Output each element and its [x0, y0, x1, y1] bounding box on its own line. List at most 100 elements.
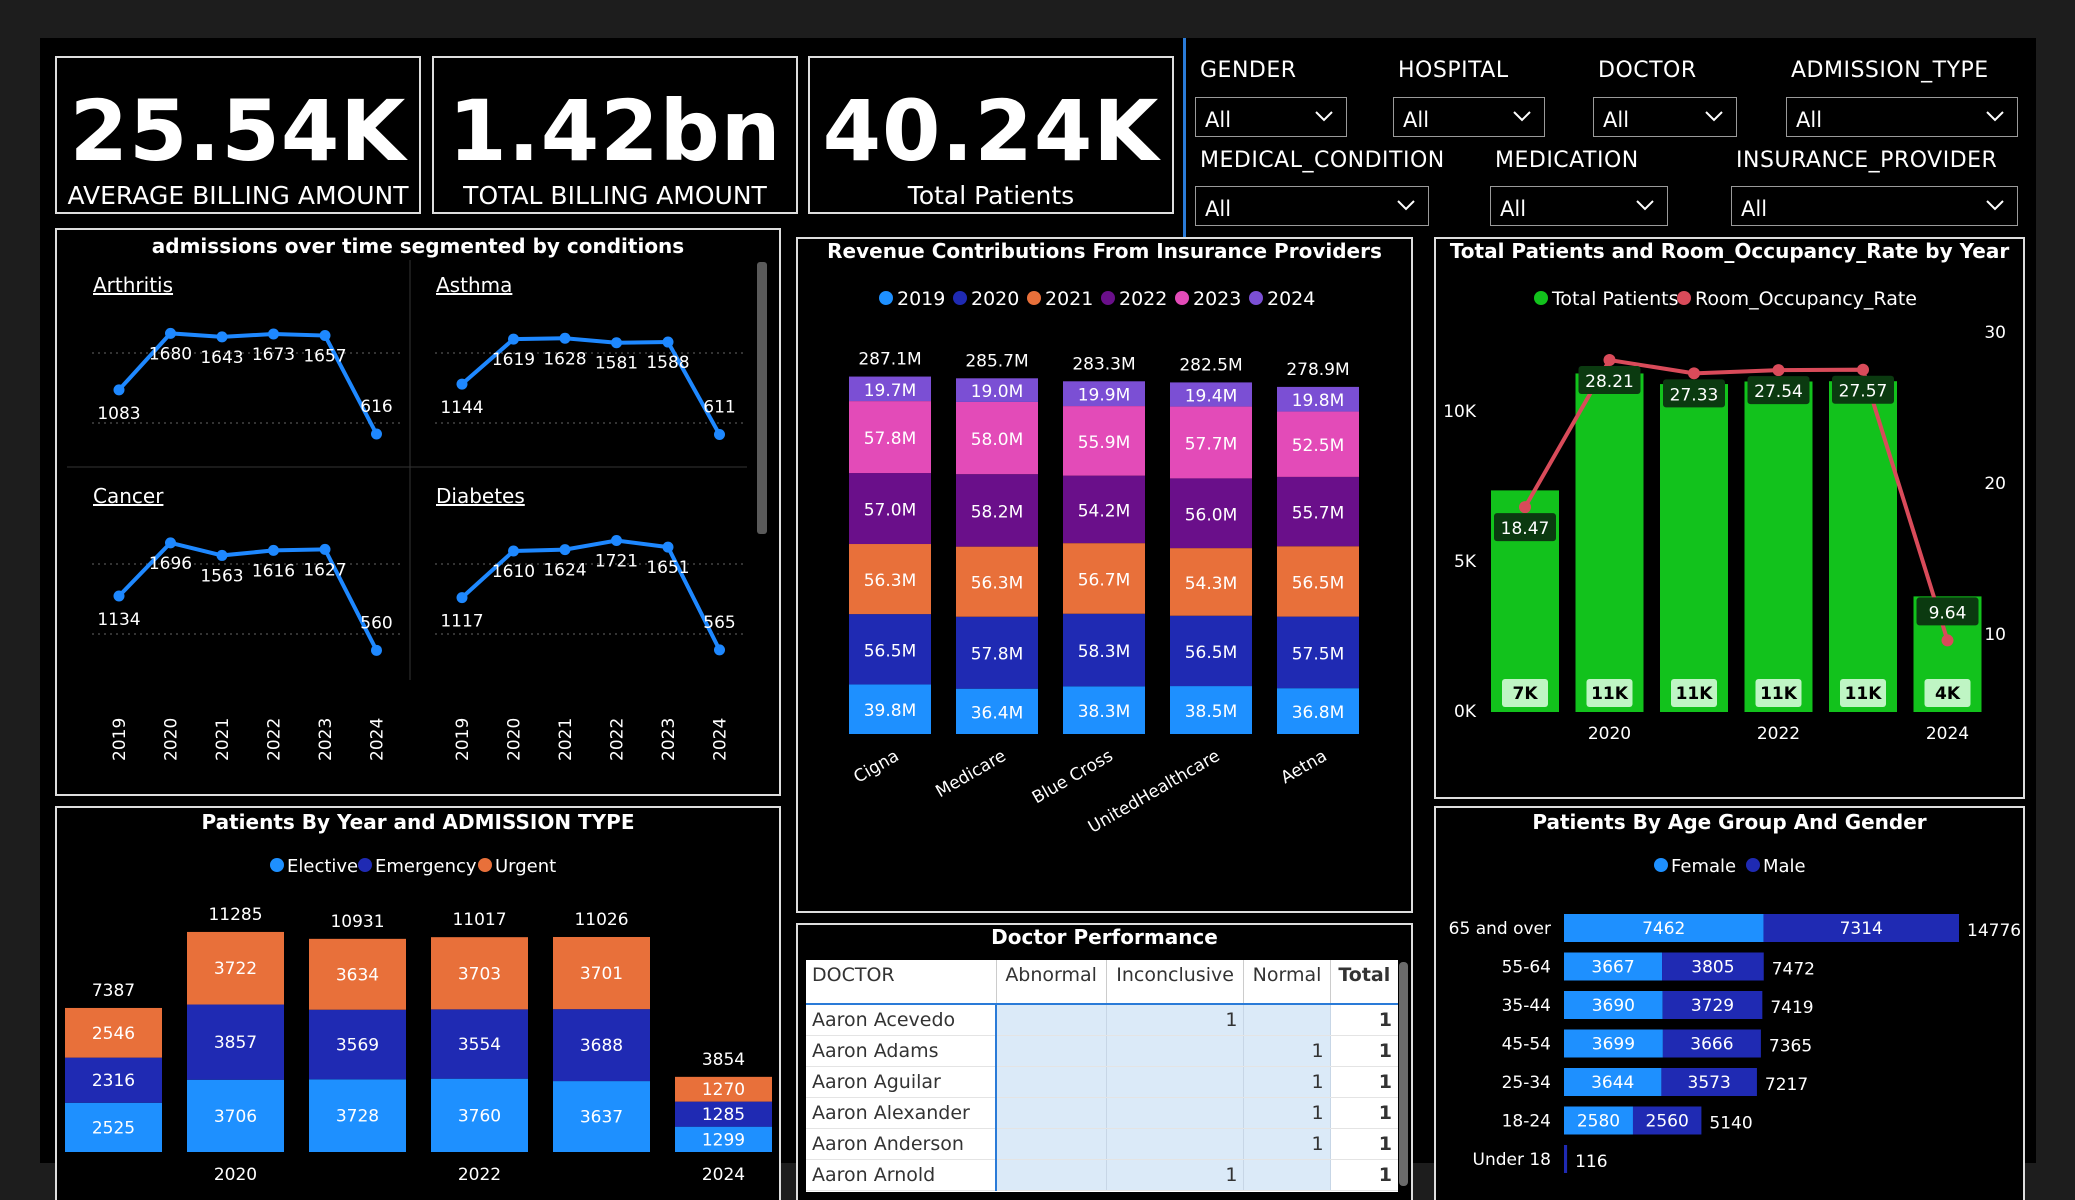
data-point: [714, 644, 725, 656]
bar-value-label: 7K: [1512, 684, 1538, 704]
condition-title: Asthma: [436, 273, 512, 297]
slicer-dropdown-medication[interactable]: All: [1490, 186, 1668, 226]
y2-tick: 30: [1984, 323, 2006, 343]
legend-swatch: [1101, 291, 1115, 305]
year-tick: 2019: [110, 718, 130, 761]
data-label: 56.5M: [1185, 643, 1238, 663]
table-row[interactable]: Aaron Acevedo 1 1: [806, 1004, 1398, 1036]
column-header[interactable]: DOCTOR: [806, 960, 997, 1005]
value-cell: [994, 1159, 1107, 1191]
data-label: 58.3M: [1078, 642, 1131, 662]
category-label: 65 and over: [1449, 919, 1551, 939]
slicer-value: All: [1796, 108, 1823, 132]
value-cell: 1: [1330, 1066, 1398, 1098]
bar: [1660, 384, 1728, 712]
doctor-performance-panel: Doctor Performance DOCTOR Abnormal Inconcl…: [796, 923, 1413, 1200]
data-label: 1083: [97, 404, 140, 424]
data-label: 1581: [595, 354, 638, 374]
slicer-label-medication: MEDICATION: [1495, 148, 1639, 173]
doctor-table: DOCTOR Abnormal Inconclusive Normal Total Aar…: [806, 960, 1398, 1191]
year-tick: 2021: [556, 718, 576, 761]
data-label: 3667: [1591, 958, 1634, 978]
data-label: 56.5M: [1292, 573, 1345, 593]
category-label: 45-54: [1502, 1035, 1551, 1055]
legend-swatch: [358, 858, 372, 872]
data-label: 565: [703, 613, 735, 633]
value-cell: [994, 1066, 1107, 1098]
occupancy-chart: Total Patients Room_Occupancy_Rate 0K 5K 10K…: [1443, 288, 2006, 744]
line-value-label: 27.57: [1839, 382, 1888, 402]
table-row[interactable]: Aaron Alexander 1 1: [806, 1097, 1398, 1129]
data-label: 1624: [543, 561, 586, 581]
legend-label: Elective: [287, 856, 358, 877]
chevron-down-icon: [1513, 111, 1531, 122]
legend-label: Total Patients: [1551, 288, 1678, 310]
value-cell: [994, 1128, 1107, 1160]
data-point: [216, 549, 228, 561]
data-point: [662, 336, 674, 348]
value-cell: 1: [1330, 1035, 1398, 1067]
legend-label: Urgent: [495, 856, 556, 877]
data-point: [611, 337, 622, 349]
slicer-dropdown-gender[interactable]: All: [1195, 97, 1347, 137]
slicer-dropdown-doctor[interactable]: All: [1593, 97, 1737, 137]
bar-value-label: 11K: [1591, 684, 1629, 704]
data-point: [113, 590, 125, 602]
category-label: 25-34: [1502, 1073, 1551, 1093]
data-label: 3760: [458, 1106, 501, 1126]
data-label: 57.0M: [864, 501, 917, 521]
data-label: 3554: [458, 1035, 501, 1055]
slicer-dropdown-hospital[interactable]: All: [1393, 97, 1545, 137]
year-tick: 2020: [162, 718, 182, 761]
column-header[interactable]: Abnormal: [996, 960, 1107, 1005]
data-label: 1696: [149, 554, 192, 574]
data-label: 3634: [336, 965, 379, 985]
value-cell: [994, 1097, 1107, 1129]
total-label: 5140: [1709, 1114, 1752, 1134]
y-tick: 0K: [1454, 702, 1477, 722]
data-label: 54.2M: [1078, 501, 1131, 521]
kpi-card-total-patients: 40.24K Total Patients: [808, 56, 1174, 214]
slicer-dropdown-insurance-provider[interactable]: All: [1731, 186, 2018, 226]
data-label: 2316: [92, 1071, 135, 1091]
doctor-name-cell: Aaron Anderson: [806, 1128, 996, 1160]
table-row[interactable]: Aaron Arnold 1 1: [806, 1159, 1398, 1191]
slicer-dropdown-admission-type[interactable]: All: [1786, 97, 2018, 137]
data-label: 19.8M: [1292, 391, 1345, 411]
slicer-dropdown-medical-condition[interactable]: All: [1195, 186, 1429, 226]
data-label: 58.2M: [971, 502, 1024, 522]
table-scrollbar[interactable]: [1399, 962, 1408, 1186]
total-label: 278.9M: [1286, 360, 1349, 380]
data-point: [216, 331, 228, 343]
condition-title: Cancer: [93, 484, 164, 508]
age-gender-panel: Patients By Age Group And Gender Female M…: [1434, 806, 2025, 1200]
bar: [1744, 381, 1813, 712]
year-tick: 2023: [316, 718, 336, 761]
data-label: 1643: [200, 348, 243, 368]
data-point: [456, 378, 468, 390]
value-cell: 1: [1330, 1159, 1398, 1191]
line-value-label: 27.54: [1754, 382, 1803, 402]
data-label: 1588: [646, 353, 689, 373]
legend-label: Male: [1763, 856, 1806, 877]
table-row[interactable]: Aaron Aguilar 1 1: [806, 1066, 1398, 1098]
line-value-label: 9.64: [1929, 603, 1967, 623]
bar: [1575, 373, 1644, 712]
bar-value-label: 11K: [1845, 684, 1883, 704]
column-header[interactable]: Total: [1330, 960, 1398, 1005]
kpi-label: TOTAL BILLING AMOUNT: [463, 181, 767, 210]
data-point: [559, 544, 571, 556]
column-header[interactable]: Inconclusive: [1106, 960, 1245, 1005]
year-tick: 2019: [453, 718, 473, 761]
data-label: 1270: [702, 1080, 745, 1100]
data-label: 54.3M: [1185, 574, 1238, 594]
data-point: [662, 541, 674, 553]
table-row[interactable]: Aaron Adams 1 1: [806, 1035, 1398, 1067]
total-label: 287.1M: [858, 350, 921, 370]
legend-swatch: [1677, 291, 1691, 305]
data-label: 57.8M: [971, 645, 1024, 665]
table-row[interactable]: Aaron Anderson 1 1: [806, 1128, 1398, 1160]
column-header[interactable]: Normal: [1243, 960, 1331, 1005]
admissions-panel: admissions over time segmented by condit…: [55, 228, 781, 796]
data-point: [371, 428, 382, 440]
